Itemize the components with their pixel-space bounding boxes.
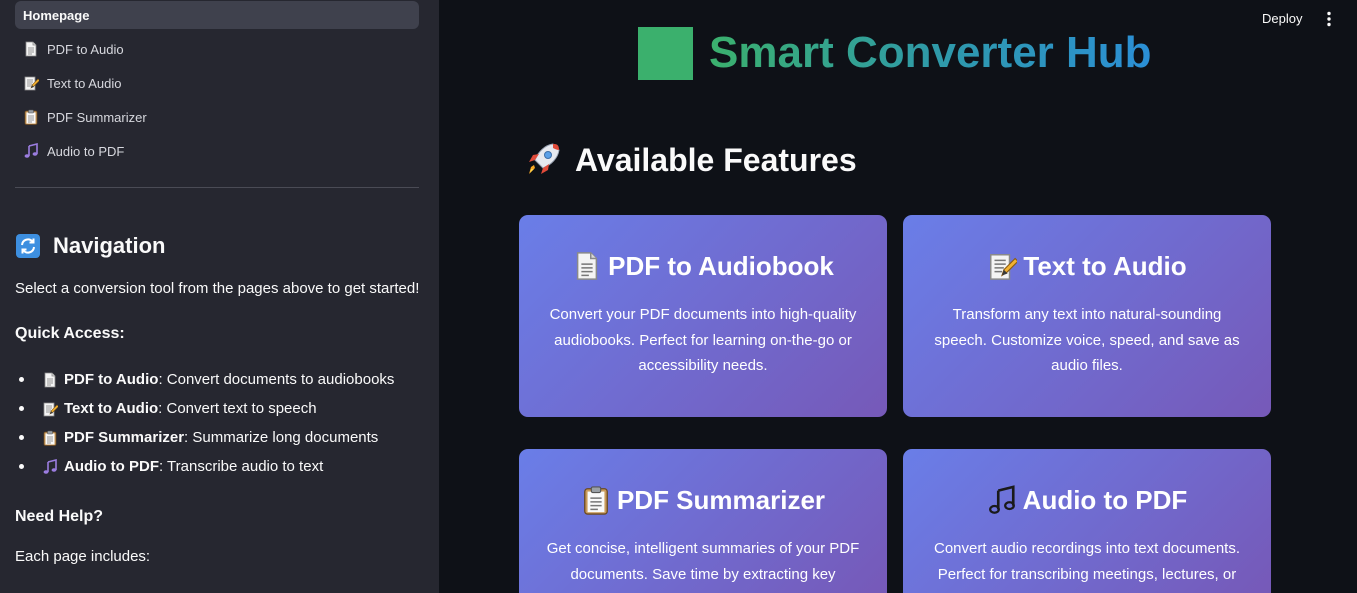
feature-card-pdf-summarizer: PDF Summarizer Get concise, intelligent … bbox=[519, 449, 887, 593]
memo-icon bbox=[42, 401, 58, 417]
help-title: Need Help? bbox=[15, 508, 104, 525]
sidebar-item-label: PDF Summarizer bbox=[47, 109, 147, 125]
list-item-text: : Convert documents to audiobooks bbox=[158, 371, 395, 388]
card-description: Convert your PDF documents into high-qua… bbox=[549, 306, 857, 374]
sidebar-item-pdf-to-audio[interactable]: PDF to Audio bbox=[15, 35, 419, 63]
sidebar-nav: Homepage PDF to Audio Text to Audio PDF … bbox=[15, 1, 419, 171]
list-item-bold: Audio to PDF bbox=[64, 458, 159, 475]
list-item-text: : Convert text to speech bbox=[158, 400, 317, 417]
music-notes-icon bbox=[23, 143, 39, 159]
page-icon bbox=[42, 372, 58, 388]
card-description: Transform any text into natural-sounding… bbox=[934, 306, 1240, 374]
sidebar-item-audio-to-pdf[interactable]: Audio to PDF bbox=[15, 137, 419, 165]
quick-access-list: PDF to Audio : Convert documents to audi… bbox=[15, 365, 425, 481]
list-item: Text to Audio : Convert text to speech bbox=[15, 394, 425, 423]
help-text: Each page includes: bbox=[15, 548, 151, 565]
list-item: PDF Summarizer : Summarize long document… bbox=[15, 423, 425, 452]
sidebar-item-label: Audio to PDF bbox=[47, 143, 125, 159]
memo-icon bbox=[987, 250, 1017, 282]
card-title: Audio to PDF bbox=[1022, 484, 1188, 515]
green-square-icon bbox=[638, 26, 693, 80]
bullet bbox=[19, 435, 24, 440]
sidebar-item-label: PDF to Audio bbox=[47, 41, 124, 57]
sidebar: Homepage PDF to Audio Text to Audio PDF … bbox=[0, 0, 439, 593]
feature-card-audio-to-pdf: Audio to PDF Convert audio recordings in… bbox=[903, 449, 1271, 593]
card-title-row: PDF to Audiobook bbox=[519, 250, 887, 282]
list-item-text: : Summarize long documents bbox=[184, 429, 379, 446]
bullet bbox=[19, 406, 24, 411]
card-title: PDF to Audiobook bbox=[608, 250, 834, 281]
music-notes-icon bbox=[987, 484, 1017, 516]
list-item-bold: Text to Audio bbox=[64, 400, 159, 417]
card-title: Text to Audio bbox=[1023, 250, 1187, 281]
clipboard-icon bbox=[42, 430, 58, 446]
sidebar-item-homepage[interactable]: Homepage bbox=[15, 1, 419, 29]
card-title-row: Audio to PDF bbox=[903, 484, 1271, 516]
rocket-icon bbox=[529, 143, 560, 174]
list-item: PDF to Audio : Convert documents to audi… bbox=[15, 365, 425, 394]
sidebar-divider bbox=[15, 187, 419, 188]
quick-access-title: Quick Access: bbox=[15, 325, 125, 342]
sidebar-item-pdf-summarizer[interactable]: PDF Summarizer bbox=[15, 103, 419, 131]
clipboard-icon bbox=[23, 109, 39, 125]
navigation-intro: Select a conversion tool from the pages … bbox=[15, 280, 420, 297]
features-heading: Available Features bbox=[523, 140, 857, 180]
sidebar-item-text-to-audio[interactable]: Text to Audio bbox=[15, 69, 419, 97]
features-title: Available Features bbox=[575, 141, 857, 178]
feature-card-pdf-to-audiobook: PDF to Audiobook Convert your PDF docume… bbox=[519, 215, 887, 417]
card-title-row: Text to Audio bbox=[903, 250, 1271, 282]
bullet bbox=[19, 377, 24, 382]
card-description: Get concise, intelligent summaries of yo… bbox=[546, 540, 860, 583]
card-description: Convert audio recordings into text docum… bbox=[934, 540, 1240, 583]
page-title: Smart Converter Hub bbox=[638, 26, 1152, 80]
page-icon bbox=[23, 41, 39, 57]
sidebar-content: Navigation Select a conversion tool from… bbox=[15, 230, 425, 565]
refresh-arrows-icon bbox=[16, 234, 40, 258]
sidebar-item-label: Text to Audio bbox=[47, 75, 122, 91]
memo-icon bbox=[23, 75, 39, 91]
sidebar-item-label: Homepage bbox=[23, 7, 90, 23]
navigation-title: Navigation bbox=[53, 233, 166, 258]
list-item-bold: PDF Summarizer bbox=[64, 429, 185, 446]
clipboard-icon bbox=[581, 484, 611, 516]
kebab-menu-icon[interactable] bbox=[1322, 10, 1336, 28]
list-item: Audio to PDF : Transcribe audio to text bbox=[15, 452, 425, 481]
list-item-bold: PDF to Audio bbox=[64, 371, 159, 388]
deploy-button[interactable]: Deploy bbox=[1262, 11, 1302, 26]
list-item-text: : Transcribe audio to text bbox=[158, 458, 324, 475]
page-icon bbox=[572, 250, 602, 282]
card-title-row: PDF Summarizer bbox=[519, 484, 887, 516]
page-title-text: Smart Converter Hub bbox=[709, 28, 1152, 77]
card-title: PDF Summarizer bbox=[616, 484, 826, 515]
bullet bbox=[19, 464, 24, 469]
navigation-heading: Navigation bbox=[15, 230, 425, 262]
music-notes-icon bbox=[42, 459, 58, 475]
feature-card-text-to-audio: Text to Audio Transform any text into na… bbox=[903, 215, 1271, 417]
